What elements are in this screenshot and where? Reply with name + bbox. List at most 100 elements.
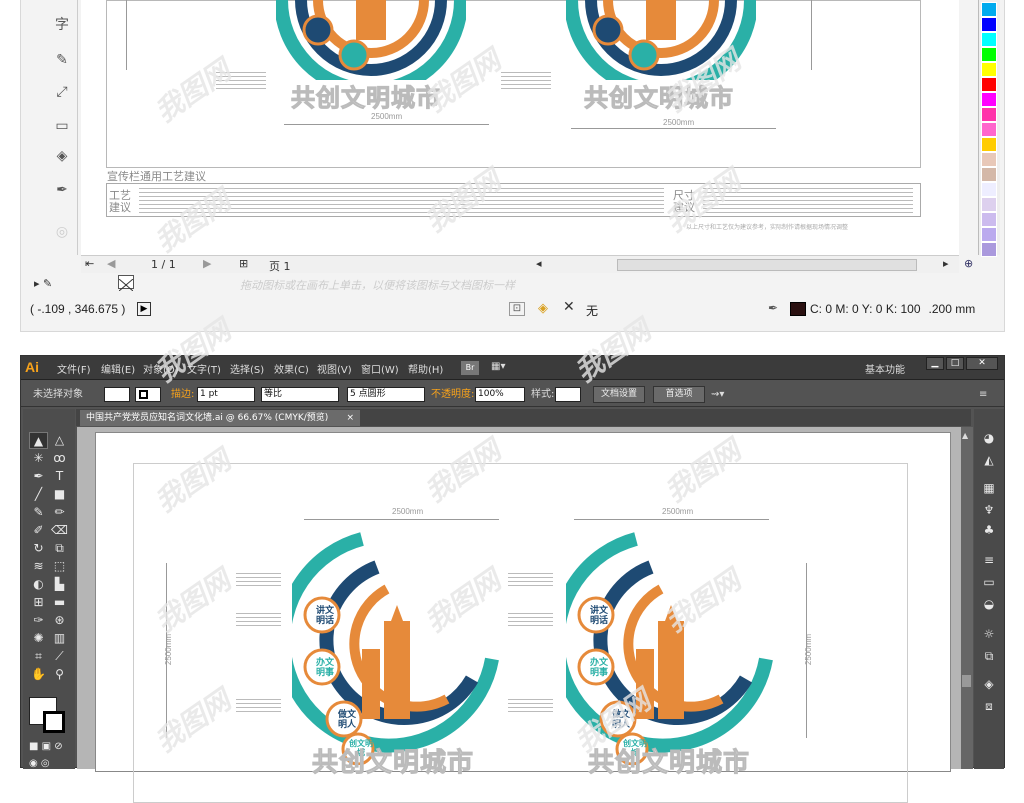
no-fill-icon[interactable] bbox=[118, 275, 134, 292]
arrange-docs-icon[interactable]: ▦▾ bbox=[491, 361, 513, 375]
line-tool-icon[interactable]: ╱ bbox=[29, 486, 48, 503]
color-swatch[interactable] bbox=[981, 47, 997, 62]
paintbrush-icon[interactable]: ✎ bbox=[29, 504, 48, 521]
fill-color-picker[interactable] bbox=[104, 387, 130, 402]
color-swatch[interactable] bbox=[981, 32, 997, 47]
close-button[interactable]: ✕ bbox=[966, 357, 998, 370]
type-tool-icon[interactable]: 字 bbox=[51, 14, 73, 33]
menu-object[interactable]: 对象(O) bbox=[143, 361, 179, 376]
eraser-icon[interactable]: ⌫ bbox=[50, 522, 69, 539]
artboard-icon[interactable]: ⌗ bbox=[29, 648, 48, 665]
draw-mode-icons[interactable]: ◉ ◎ bbox=[29, 758, 50, 769]
symbols-panel-icon[interactable]: ♣ bbox=[979, 523, 999, 539]
swatches-panel-icon[interactable]: ▦ bbox=[979, 481, 999, 497]
slice-icon[interactable]: ⟋ bbox=[50, 648, 69, 665]
color-swatch[interactable] bbox=[981, 197, 997, 212]
color-swatch[interactable] bbox=[981, 92, 997, 107]
scroll-right-icon[interactable]: ▸ bbox=[943, 257, 949, 270]
add-page-icon[interactable]: ⊞ bbox=[239, 257, 248, 270]
pencil-icon[interactable]: ✏ bbox=[50, 504, 69, 521]
menu-window[interactable]: 窗口(W) bbox=[361, 361, 399, 376]
brushes-panel-icon[interactable]: ♆ bbox=[979, 503, 999, 519]
panel-menu-icon[interactable]: ≡ bbox=[979, 387, 987, 403]
tab-close-icon[interactable]: × bbox=[346, 410, 354, 426]
color-swatch[interactable] bbox=[981, 167, 997, 182]
shape-builder-icon[interactable]: ◐ bbox=[29, 576, 48, 593]
eyedropper-icon[interactable]: ✑ bbox=[29, 612, 48, 629]
eyedropper-icon[interactable]: ✒ bbox=[51, 182, 73, 200]
color-swatch[interactable] bbox=[981, 62, 997, 77]
color-swatch[interactable] bbox=[790, 302, 806, 316]
symbol-sprayer-icon[interactable]: ✺ bbox=[29, 630, 48, 647]
type-tool-icon[interactable]: T bbox=[50, 468, 69, 485]
doc-setup-button[interactable]: 文档设置 bbox=[593, 386, 645, 403]
play-icon[interactable]: ▸ ✎ bbox=[34, 277, 52, 290]
gradient-icon[interactable]: ▬ bbox=[50, 594, 69, 611]
magic-wand-icon[interactable]: ✳ bbox=[29, 450, 48, 467]
top-canvas[interactable]: 共创文明城市 共创文明城市 2500mm 2500mm 宣传栏通用工艺建议 工艺… bbox=[81, 0, 959, 255]
stroke-weight-input[interactable]: 1 pt bbox=[197, 387, 255, 402]
document-tab[interactable]: 中国共产党党员应知名词文化墙.ai @ 66.67% (CMYK/预览) × bbox=[80, 410, 360, 426]
scroll-left-icon[interactable]: ◂ bbox=[536, 257, 542, 270]
workspace-switcher[interactable]: 基本功能 bbox=[865, 361, 905, 376]
menu-type[interactable]: 文字(T) bbox=[187, 361, 221, 376]
pen-tool-icon[interactable]: ✒ bbox=[29, 468, 48, 485]
page-number[interactable]: 1 / 1 bbox=[151, 258, 176, 271]
prev-page-icon[interactable]: ◀ bbox=[107, 257, 115, 270]
opacity-input[interactable]: 100% bbox=[475, 387, 525, 402]
opacity-label[interactable]: 不透明度: bbox=[431, 387, 474, 403]
menu-edit[interactable]: 编辑(E) bbox=[101, 361, 135, 376]
first-page-icon[interactable]: ⇤ bbox=[85, 257, 94, 270]
stroke-swatch[interactable] bbox=[43, 711, 65, 733]
zoom-icon[interactable]: ⊕ bbox=[964, 257, 973, 270]
coord-menu-icon[interactable]: ▶ bbox=[137, 302, 151, 316]
variable-width-profile[interactable]: 等比 bbox=[261, 387, 339, 402]
color-swatch[interactable] bbox=[981, 242, 997, 257]
selection-tool-icon[interactable]: ▲ bbox=[29, 432, 48, 449]
pen-anchor-icon[interactable]: ✎ bbox=[51, 52, 73, 70]
arrange-icon[interactable]: ⇝▾ bbox=[711, 387, 724, 403]
fill-bucket-icon[interactable]: ◈ bbox=[538, 301, 548, 316]
canvas-area[interactable]: 2500mm 2500mm 2500mm 2500mm 讲文明话 办文明事 做文… bbox=[77, 427, 961, 803]
zoom-icon[interactable]: ⚲ bbox=[50, 666, 69, 683]
fill-bucket-icon[interactable]: ◈ bbox=[51, 148, 73, 166]
color-guide-icon[interactable]: ◭ bbox=[979, 453, 999, 469]
color-swatch[interactable] bbox=[981, 152, 997, 167]
stroke-label[interactable]: 描边: bbox=[171, 387, 194, 403]
color-swatch[interactable] bbox=[981, 227, 997, 242]
graphic-styles-icon[interactable]: ⧉ bbox=[979, 649, 999, 665]
scale-icon[interactable]: ⧉ bbox=[50, 540, 69, 557]
color-swatch[interactable] bbox=[981, 182, 997, 197]
menu-file[interactable]: 文件(F) bbox=[57, 361, 91, 376]
menu-help[interactable]: 帮助(H) bbox=[408, 361, 443, 376]
menu-view[interactable]: 视图(V) bbox=[317, 361, 352, 376]
hand-icon[interactable]: ✋ bbox=[29, 666, 48, 683]
bezier-icon[interactable]: ⤢ bbox=[51, 84, 73, 102]
next-page-icon[interactable]: ▶ bbox=[203, 257, 211, 270]
vertical-scrollbar[interactable]: ▲ bbox=[961, 427, 973, 769]
color-swatch[interactable] bbox=[981, 77, 997, 92]
color-swatch[interactable] bbox=[981, 137, 997, 152]
rectangle-tool-icon[interactable]: ■ bbox=[50, 486, 69, 503]
appearance-panel-icon[interactable]: ☼ bbox=[979, 627, 999, 643]
stroke-color-picker[interactable] bbox=[135, 387, 161, 402]
rotate-icon[interactable]: ↻ bbox=[29, 540, 48, 557]
artboards-panel-icon[interactable]: ⧈ bbox=[979, 699, 999, 715]
brush-definition[interactable]: 5 点圆形 bbox=[347, 387, 425, 402]
warp-icon[interactable]: ≋ bbox=[29, 558, 48, 575]
preferences-button[interactable]: 首选项 bbox=[653, 386, 705, 403]
snap-icon[interactable]: ⊡ bbox=[509, 302, 525, 316]
layers-panel-icon[interactable]: ◈ bbox=[979, 677, 999, 693]
page-tab[interactable]: 页 1 bbox=[269, 258, 291, 274]
menu-select[interactable]: 选择(S) bbox=[230, 361, 264, 376]
color-panel-icon[interactable]: ◕ bbox=[979, 431, 999, 447]
transparency-panel-icon[interactable]: ◒ bbox=[979, 597, 999, 613]
lasso-icon[interactable]: ꝏ bbox=[50, 450, 69, 467]
spiral-icon[interactable]: ◎ bbox=[51, 224, 73, 242]
graph-icon[interactable]: ▥ bbox=[50, 630, 69, 647]
menu-effect[interactable]: 效果(C) bbox=[274, 361, 309, 376]
color-swatch[interactable] bbox=[981, 122, 997, 137]
bridge-button[interactable]: Br bbox=[461, 361, 479, 375]
perspective-icon[interactable]: ▙ bbox=[50, 576, 69, 593]
color-swatch[interactable] bbox=[981, 212, 997, 227]
